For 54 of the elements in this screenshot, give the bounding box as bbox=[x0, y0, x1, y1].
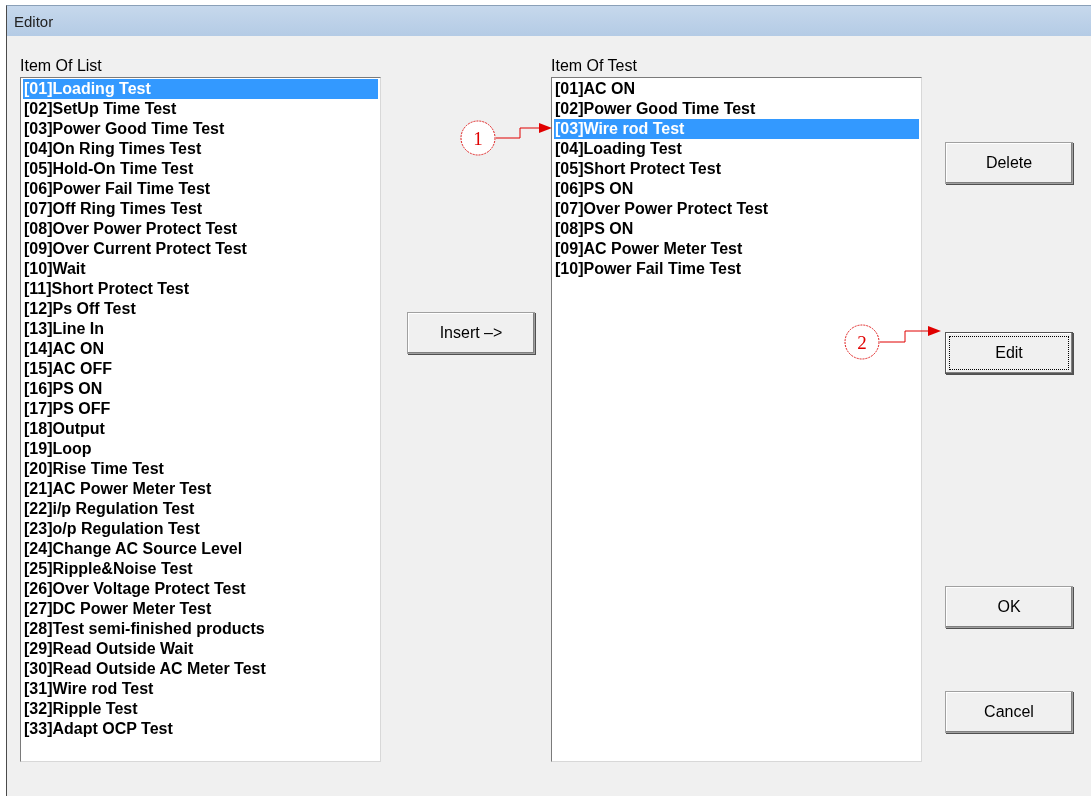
list-item[interactable]: [01]AC ON bbox=[554, 79, 919, 99]
list-item[interactable]: [08]PS ON bbox=[554, 219, 919, 239]
list-item[interactable]: [21]AC Power Meter Test bbox=[23, 479, 378, 499]
list-item[interactable]: [06]Power Fail Time Test bbox=[23, 179, 378, 199]
callout-arrow bbox=[879, 326, 941, 343]
list-item[interactable]: [02]Power Good Time Test bbox=[554, 99, 919, 119]
list-item[interactable]: [22]i/p Regulation Test bbox=[23, 499, 378, 519]
edit-button[interactable]: Edit bbox=[945, 332, 1073, 374]
insert-button[interactable]: Insert –> bbox=[407, 312, 535, 354]
window-title: Editor bbox=[14, 12, 54, 30]
list-item[interactable]: [28]Test semi-finished products bbox=[23, 619, 378, 639]
list-item[interactable]: [17]PS OFF bbox=[23, 399, 378, 419]
list-item[interactable]: [09]Over Current Protect Test bbox=[23, 239, 378, 259]
callout-arrow bbox=[495, 123, 552, 139]
list-item[interactable]: [14]AC ON bbox=[23, 339, 378, 359]
list-item[interactable]: [10]Power Fail Time Test bbox=[554, 259, 919, 279]
list-item[interactable]: [27]DC Power Meter Test bbox=[23, 599, 378, 619]
list-item[interactable]: [31]Wire rod Test bbox=[23, 679, 378, 699]
ok-button[interactable]: OK bbox=[945, 586, 1073, 628]
list-item[interactable]: [09]AC Power Meter Test bbox=[554, 239, 919, 259]
list-item[interactable]: [25]Ripple&Noise Test bbox=[23, 559, 378, 579]
list-label: Item Of List bbox=[20, 56, 103, 76]
list-item[interactable]: [18]Output bbox=[23, 419, 378, 439]
list-item[interactable]: [06]PS ON bbox=[554, 179, 919, 199]
list-item[interactable]: [03]Power Good Time Test bbox=[23, 119, 378, 139]
list-item[interactable]: [08]Over Power Protect Test bbox=[23, 219, 378, 239]
callout-marker: 2 bbox=[844, 324, 880, 360]
list-item[interactable]: [04]On Ring Times Test bbox=[23, 139, 378, 159]
list-item[interactable]: [29]Read Outside Wait bbox=[23, 639, 378, 659]
list-item[interactable]: [12]Ps Off Test bbox=[23, 299, 378, 319]
list-item[interactable]: [23]o/p Regulation Test bbox=[23, 519, 378, 539]
list-item[interactable]: [19]Loop bbox=[23, 439, 378, 459]
list-item[interactable]: [05]Short Protect Test bbox=[554, 159, 919, 179]
list-item[interactable]: [24]Change AC Source Level bbox=[23, 539, 378, 559]
list-item[interactable]: [30]Read Outside AC Meter Test bbox=[23, 659, 378, 679]
list-item[interactable]: [02]SetUp Time Test bbox=[23, 99, 378, 119]
list-item[interactable]: [16]PS ON bbox=[23, 379, 378, 399]
list-item[interactable]: [20]Rise Time Test bbox=[23, 459, 378, 479]
list-item[interactable]: [15]AC OFF bbox=[23, 359, 378, 379]
list-item[interactable]: [05]Hold-On Time Test bbox=[23, 159, 378, 179]
list-item[interactable]: [33]Adapt OCP Test bbox=[23, 719, 378, 739]
list-item[interactable]: [07]Off Ring Times Test bbox=[23, 199, 378, 219]
list-label: Item Of Test bbox=[551, 56, 638, 76]
list-item[interactable]: [11]Short Protect Test bbox=[23, 279, 378, 299]
list-item[interactable]: [13]Line In bbox=[23, 319, 378, 339]
callout-marker: 1 bbox=[460, 120, 496, 156]
list-item[interactable]: [32]Ripple Test bbox=[23, 699, 378, 719]
list-item[interactable]: [04]Loading Test bbox=[554, 139, 919, 159]
list-item[interactable]: [26]Over Voltage Protect Test bbox=[23, 579, 378, 599]
delete-button[interactable]: Delete bbox=[945, 142, 1073, 184]
item-list[interactable] bbox=[20, 77, 381, 762]
list-item[interactable]: [10]Wait bbox=[23, 259, 378, 279]
list-item[interactable]: [07]Over Power Protect Test bbox=[554, 199, 919, 219]
cancel-button[interactable]: Cancel bbox=[945, 691, 1073, 733]
